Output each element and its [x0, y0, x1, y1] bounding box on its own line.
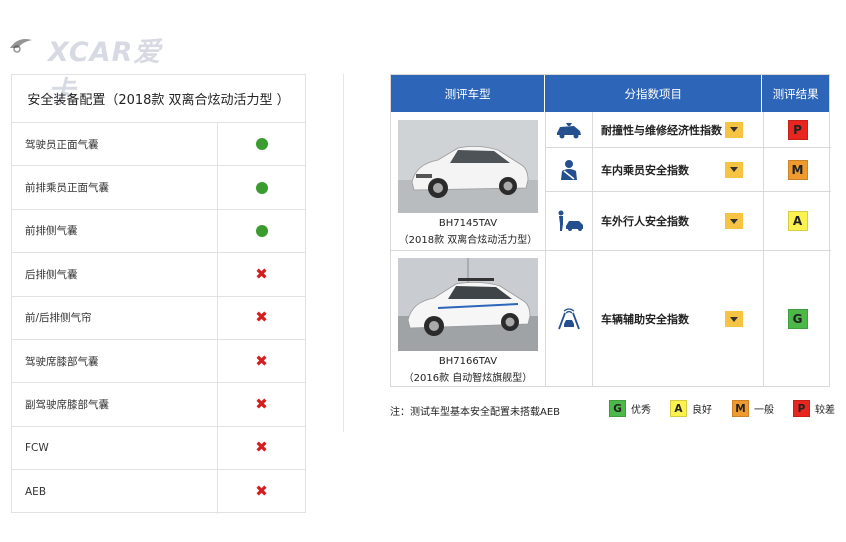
vehicle-code-2: BH7166TAV: [438, 356, 498, 367]
not-equipped-cross-icon: ✖: [255, 438, 268, 457]
index-name-2: 车内乘员安全指数: [601, 163, 689, 177]
header-model: 测评车型: [391, 75, 546, 112]
not-equipped-cross-icon: ✖: [255, 482, 268, 501]
index-name-cell-2: 车内乘员安全指数: [593, 148, 764, 191]
equipment-label: 驾驶员正面气囊: [12, 123, 218, 166]
not-equipped-cross-icon: ✖: [255, 264, 268, 283]
equipment-row: 驾驶席膝部气囊 ✖: [12, 339, 305, 384]
vehicle-desc-1: （2018款 双离合炫动活力型）: [398, 235, 538, 246]
xcar-watermark: XCAR爱卡: [8, 28, 178, 107]
index-icon-cell-1: [546, 112, 593, 147]
equipment-status-cell: [218, 123, 305, 165]
index-icon-cell-4: [546, 251, 593, 387]
index-row-2: 车内乘员安全指数 M: [546, 148, 831, 191]
result-badge-2: M: [787, 159, 808, 180]
equipment-label: 前排乘员正面气囊: [12, 166, 218, 209]
xcar-logo-icon: [10, 39, 32, 53]
legend-item-g: G 优秀: [609, 400, 651, 417]
equipped-dot-icon: [255, 224, 268, 237]
legend-label-a: 良好: [692, 405, 712, 416]
footnote: 注：测试车型基本安全配置未搭载AEB: [390, 407, 561, 418]
rating-table: 测评车型 分指数项目 测评结果 BH7145TAV （2018款 双离合炫动活力…: [390, 74, 831, 387]
dropdown-arrow-icon[interactable]: [725, 161, 743, 178]
equipped-dot-icon: [255, 138, 268, 151]
rating-table-header: 测评车型 分指数项目 测评结果: [391, 75, 829, 112]
dropdown-arrow-icon[interactable]: [725, 213, 743, 229]
result-cell-1: P: [764, 112, 831, 147]
equipment-status-cell: ✖: [218, 470, 305, 513]
dropdown-arrow-icon[interactable]: [725, 121, 743, 138]
vehicle-code-1: BH7145TAV: [438, 218, 498, 229]
vehicle-desc-2: （2016款 自动智炫旗舰型）: [403, 373, 533, 384]
legend-label-p: 较差: [815, 405, 835, 416]
legend-badge-g: G: [609, 400, 626, 417]
car-repair-icon: [557, 122, 581, 138]
index-row-3: 车外行人安全指数 A: [546, 192, 831, 250]
car-photo-1: [398, 120, 538, 213]
legend-item-m: M 一般: [732, 400, 774, 417]
equipment-row: 前/后排侧气帘 ✖: [12, 296, 305, 340]
equipment-status-cell: [218, 210, 305, 252]
equipment-row: 前排侧气囊: [12, 209, 305, 254]
legend-label-m: 一般: [754, 405, 774, 416]
vehicle-cell-2: BH7166TAV （2016款 自动智炫旗舰型）: [391, 250, 546, 387]
legend-badge-a: A: [670, 400, 687, 417]
occupant-icon: [561, 159, 577, 180]
result-badge-4: G: [787, 309, 808, 329]
result-badge-3: A: [787, 211, 808, 231]
index-row-1: 耐撞性与维修经济性指数 P: [546, 112, 831, 147]
index-icon-cell-3: [546, 192, 593, 250]
not-equipped-cross-icon: ✖: [255, 351, 268, 370]
safety-equipment-table: 安全装备配置（2018款 双离合炫动活力型 ） 驾驶员正面气囊 前排乘员正面气囊前…: [11, 74, 306, 514]
equipment-status-cell: ✖: [218, 253, 305, 295]
index-name-3: 车外行人安全指数: [601, 215, 689, 228]
result-badge-1: P: [787, 119, 808, 140]
safety-equipment-title: 安全装备配置（2018款 双离合炫动活力型 ）: [12, 75, 305, 123]
header-result: 测评结果: [762, 75, 829, 112]
car-photo-2: [398, 258, 538, 351]
index-icon-cell-2: [546, 148, 593, 191]
equipment-status-cell: ✖: [218, 383, 305, 425]
index-name-cell-3: 车外行人安全指数: [593, 192, 764, 250]
dropdown-arrow-icon[interactable]: [725, 311, 743, 327]
vehicle-cell-1: BH7145TAV （2018款 双离合炫动活力型）: [391, 112, 546, 250]
equipment-label: 前/后排侧气帘: [12, 296, 218, 339]
header-index: 分指数项目: [545, 75, 763, 112]
equipment-label: AEB: [12, 470, 218, 514]
equipment-row: FCW ✖: [12, 426, 305, 471]
not-equipped-cross-icon: ✖: [255, 308, 268, 327]
assist-icon: [558, 308, 580, 330]
legend-badge-m: M: [732, 400, 749, 417]
equipment-status-cell: [218, 166, 305, 208]
equipment-label: 副驾驶席膝部气囊: [12, 383, 218, 426]
equipment-label: FCW: [12, 426, 218, 470]
pedestrian-icon: [558, 210, 583, 231]
equipment-row: 驾驶员正面气囊: [12, 123, 305, 167]
index-name-cell-1: 耐撞性与维修经济性指数: [593, 112, 764, 147]
index-name-cell-4: 车辆辅助安全指数: [593, 251, 764, 387]
result-cell-2: M: [764, 148, 831, 191]
equipped-dot-icon: [255, 181, 268, 194]
equipment-status-cell: ✖: [218, 297, 305, 339]
equipment-row: AEB ✖: [12, 470, 305, 514]
equipment-row: 后排侧气囊 ✖: [12, 253, 305, 297]
legend-item-a: A 良好: [670, 400, 712, 417]
equipment-label: 后排侧气囊: [12, 253, 218, 296]
equipment-label: 前排侧气囊: [12, 209, 218, 253]
legend-item-p: P 较差: [793, 400, 835, 417]
divider: [343, 74, 344, 432]
equipment-status-cell: ✖: [218, 340, 305, 382]
equipment-status-cell: ✖: [218, 427, 305, 469]
index-name-1: 耐撞性与维修经济性指数: [601, 123, 722, 137]
equipment-row: 前排乘员正面气囊: [12, 166, 305, 210]
legend-badge-p: P: [793, 400, 810, 417]
legend-label-g: 优秀: [631, 405, 651, 416]
equipment-row: 副驾驶席膝部气囊 ✖: [12, 383, 305, 427]
result-cell-3: A: [764, 192, 831, 250]
result-cell-4: G: [764, 251, 831, 387]
index-row-4: 车辆辅助安全指数 G: [546, 251, 831, 387]
not-equipped-cross-icon: ✖: [255, 395, 268, 414]
equipment-label: 驾驶席膝部气囊: [12, 339, 218, 383]
index-name-4: 车辆辅助安全指数: [601, 313, 689, 326]
